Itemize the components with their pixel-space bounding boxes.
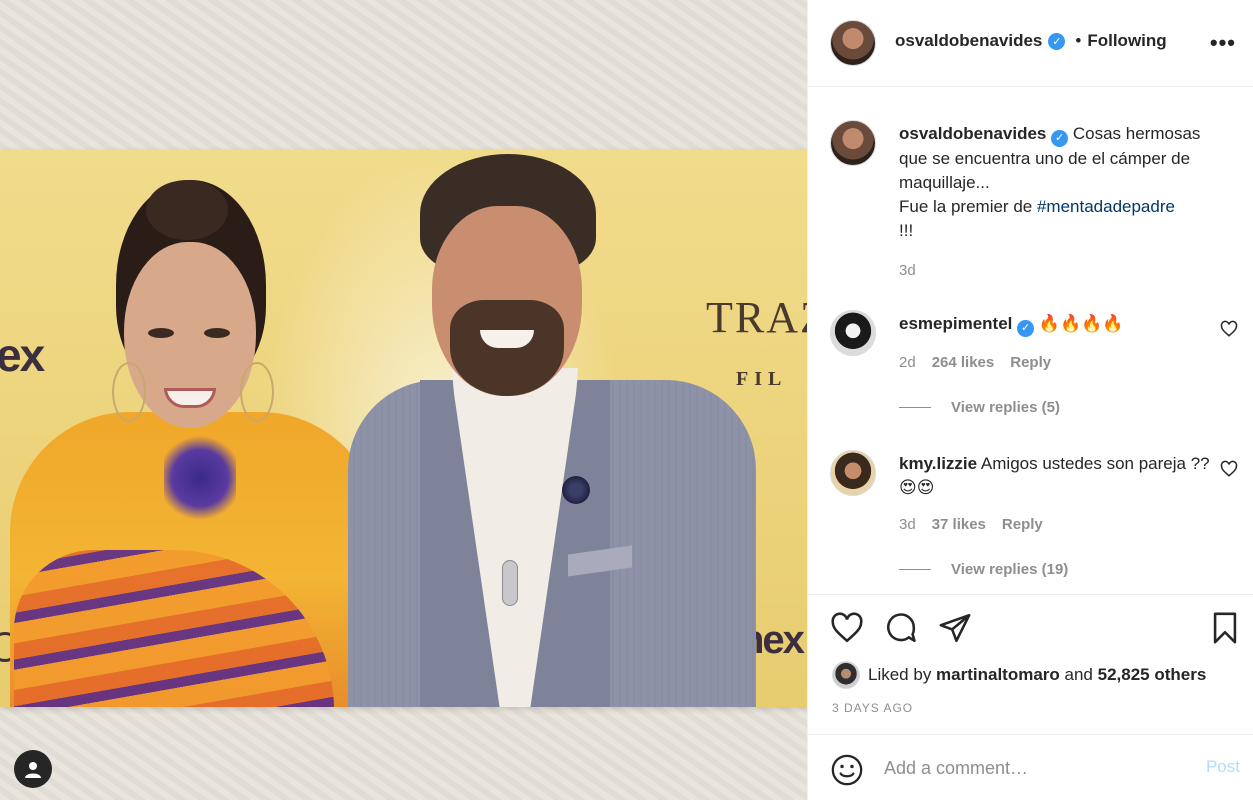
replies-divider <box>899 569 931 570</box>
likes-prefix: Liked by <box>868 665 937 684</box>
comment-likes[interactable]: 264 likes <box>932 354 995 371</box>
view-replies-label: View replies (19) <box>951 561 1069 578</box>
earring-left <box>112 362 146 422</box>
caption-username[interactable]: osvaldobenavides <box>899 124 1046 143</box>
comment-input[interactable] <box>884 753 1174 783</box>
bookmark-icon[interactable] <box>1208 611 1242 645</box>
comment-like-heart-icon[interactable] <box>1220 320 1238 338</box>
comment-meta: 2d 264 likes Reply <box>899 354 1051 371</box>
earring-right <box>240 362 274 422</box>
commenter-avatar[interactable] <box>830 450 876 496</box>
comment-text: kmy.lizzie Amigos ustedes son pareja ??😍… <box>899 452 1219 500</box>
verified-badge-icon: ✓ <box>1048 32 1066 50</box>
woman-hair-bun <box>146 180 228 240</box>
replies-divider <box>899 407 931 408</box>
likes-middle: and <box>1059 665 1098 684</box>
comment-reply-button[interactable]: Reply <box>1010 354 1051 371</box>
backdrop-logo-left: ex <box>0 329 45 381</box>
post-date[interactable]: 3 DAYS AGO <box>832 701 913 715</box>
follow-separator: • <box>1075 31 1082 50</box>
emoji-icon[interactable] <box>830 753 864 787</box>
post-comment-button[interactable]: Post <box>1206 757 1240 777</box>
view-replies-button[interactable]: View replies (19) <box>899 561 1068 578</box>
post-photo[interactable]: ex TRAZI FIL nex <box>0 0 807 800</box>
comment-likes[interactable]: 37 likes <box>932 516 986 533</box>
comment-age[interactable]: 2d <box>899 354 916 371</box>
view-replies-button[interactable]: View replies (5) <box>899 399 1060 416</box>
printed-photo: ex TRAZI FIL nex <box>0 150 807 707</box>
man-beard <box>450 300 564 396</box>
comment-message: 🔥🔥🔥🔥 <box>1038 314 1124 333</box>
backdrop-logo-right-sub: FIL <box>736 368 788 390</box>
woman-eye-right <box>204 328 230 338</box>
comment-like-heart-icon[interactable] <box>1220 460 1238 478</box>
liker-avatar[interactable] <box>832 661 860 689</box>
caption-hashtag[interactable]: #mentadadepadre <box>1037 197 1175 216</box>
likes-count[interactable]: 52,825 others <box>1098 665 1207 684</box>
header-user-line: osvaldobenavides ✓ • Following <box>895 31 1167 51</box>
liker-username[interactable]: martinaltomaro <box>936 665 1060 684</box>
likes-summary[interactable]: Liked by martinaltomaro and 52,825 other… <box>832 661 1206 689</box>
comment-reply-button[interactable]: Reply <box>1002 516 1043 533</box>
verified-badge-icon: ✓ <box>1017 319 1035 337</box>
caption-text: osvaldobenavides ✓ Cosas hermosas que se… <box>899 122 1219 243</box>
post-header: osvaldobenavides ✓ • Following ••• <box>808 0 1253 87</box>
comment-text: esmepimentel ✓ 🔥🔥🔥🔥 <box>899 312 1219 337</box>
post-sidebar: osvaldobenavides ✓ • Following ••• osval… <box>807 0 1253 800</box>
caption-text-part2: Fue la premier de <box>899 196 1037 216</box>
comment-username[interactable]: kmy.lizzie <box>899 454 977 473</box>
comment-username[interactable]: esmepimentel <box>899 314 1012 333</box>
lapel-brooch <box>562 476 590 504</box>
heart-icon[interactable] <box>830 611 864 645</box>
comment-icon[interactable] <box>884 611 918 645</box>
comment-meta: 3d 37 likes Reply <box>899 516 1043 533</box>
tagged-user-icon[interactable] <box>14 750 52 788</box>
backdrop-logo-right: TRAZI <box>706 293 807 342</box>
dress-stain <box>164 435 236 521</box>
more-options-icon[interactable]: ••• <box>1210 30 1236 56</box>
post-actions: Liked by martinaltomaro and 52,825 other… <box>808 594 1253 724</box>
woman-eye-left <box>148 328 174 338</box>
verified-badge-icon: ✓ <box>1051 129 1069 147</box>
likes-text: Liked by martinaltomaro and 52,825 other… <box>868 665 1206 685</box>
comment-item: kmy.lizzie Amigos ustedes son pareja ??😍… <box>830 450 1240 580</box>
caption: osvaldobenavides ✓ Cosas hermosas que se… <box>830 120 1240 290</box>
caption-age[interactable]: 3d <box>899 262 916 279</box>
caption-text-part3: !!! <box>899 220 914 240</box>
following-button[interactable]: Following <box>1087 31 1166 51</box>
comments-list[interactable]: osvaldobenavides ✓ Cosas hermosas que se… <box>808 88 1253 594</box>
comment-age[interactable]: 3d <box>899 516 916 533</box>
author-username[interactable]: osvaldobenavides <box>895 31 1042 51</box>
caption-avatar[interactable] <box>830 120 876 166</box>
caption-meta: 3d <box>899 262 916 279</box>
necklace-pendant <box>502 560 518 606</box>
share-icon[interactable] <box>938 611 972 645</box>
add-comment-bar: Post <box>808 734 1253 800</box>
commenter-avatar[interactable] <box>830 310 876 356</box>
view-replies-label: View replies (5) <box>951 399 1060 416</box>
comment-item: esmepimentel ✓ 🔥🔥🔥🔥 2d 264 likes Reply V… <box>830 310 1240 430</box>
author-avatar[interactable] <box>830 20 876 66</box>
